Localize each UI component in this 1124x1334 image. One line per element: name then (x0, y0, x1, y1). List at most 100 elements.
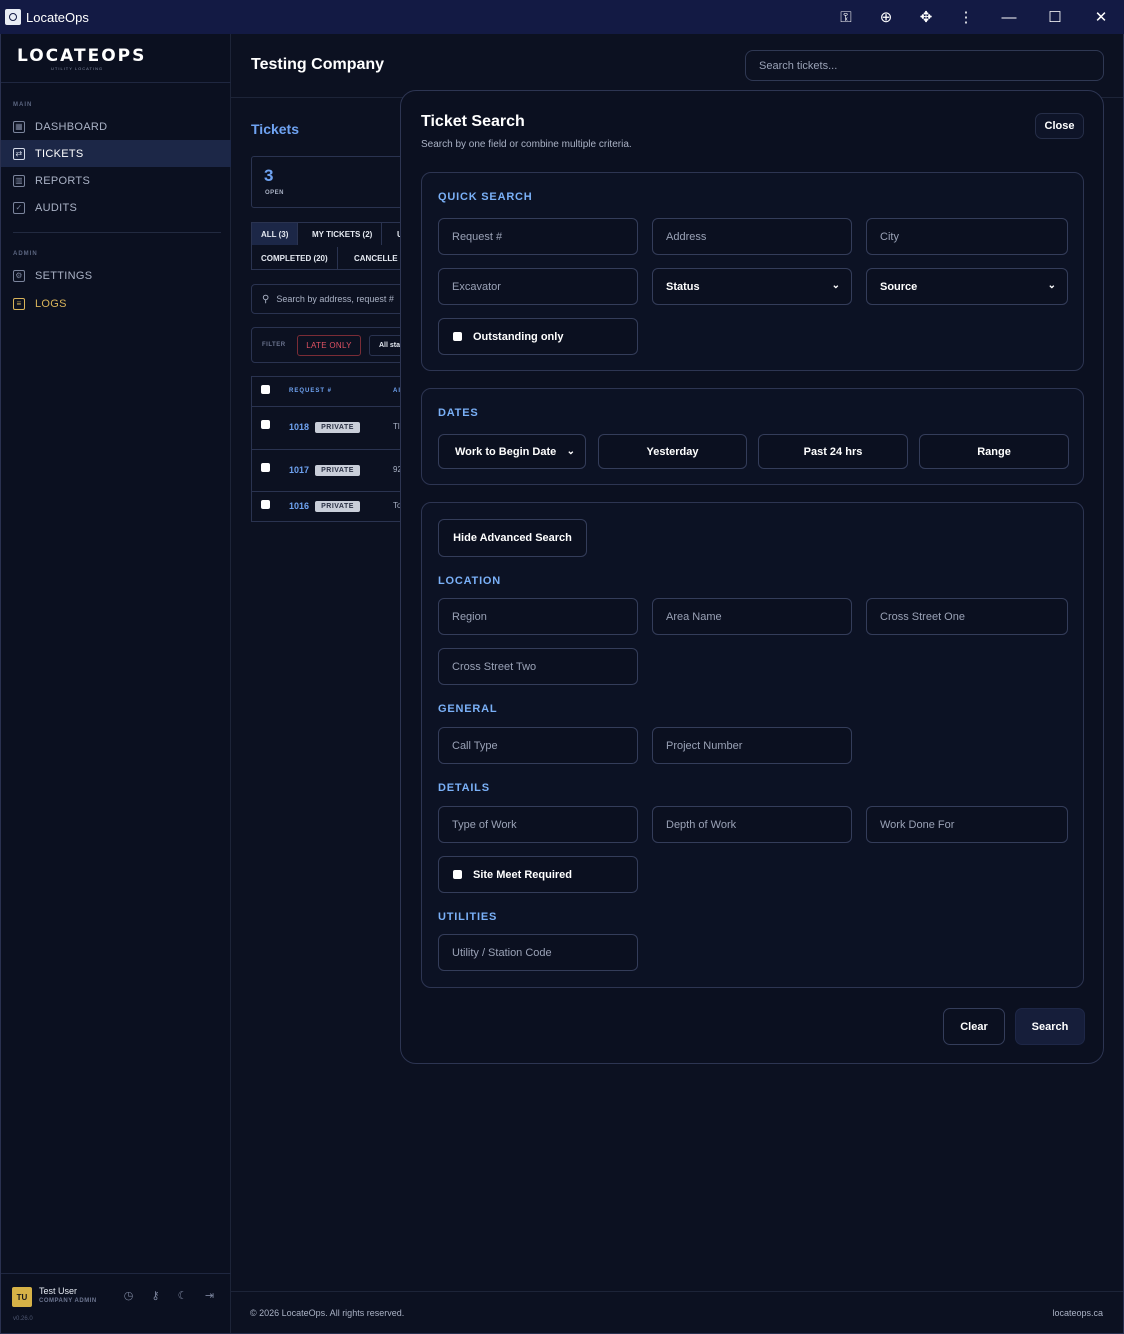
tab-all[interactable]: ALL (3) (252, 223, 299, 245)
search-icon: ⚲ (262, 293, 270, 305)
dashboard-icon: ▦ (13, 120, 25, 133)
cross-street-two-field[interactable] (438, 648, 638, 685)
source-select-value: Source (880, 280, 918, 293)
area-name-field[interactable] (652, 598, 852, 635)
hide-advanced-search-button[interactable]: Hide Advanced Search (438, 519, 587, 557)
cross-street-one-field[interactable] (866, 598, 1068, 635)
reports-icon: ▥ (13, 174, 25, 187)
row-address: Tl (393, 422, 400, 431)
status-select[interactable]: Status ⌄ (652, 268, 852, 305)
request-number[interactable]: 1016 (289, 501, 309, 511)
zoom-icon[interactable]: ⊕ (866, 0, 906, 34)
close-button[interactable]: Close (1035, 113, 1084, 139)
yesterday-button[interactable]: Yesterday (598, 434, 747, 469)
history-icon[interactable]: ◷ (121, 1288, 136, 1303)
table-row[interactable]: 1017 PRIVATE 92 (252, 450, 410, 492)
sidebar-section-divider (13, 232, 221, 233)
private-badge: PRIVATE (315, 501, 360, 512)
site-link[interactable]: locateops.ca (1052, 1308, 1103, 1318)
section-label-main: MAIN (13, 102, 33, 108)
quick-search-panel: QUICK SEARCH Status ⌄ Source ⌄ Outstandi… (421, 172, 1084, 371)
table-row[interactable]: 1016 PRIVATE To (252, 492, 410, 521)
table-row[interactable]: 1018 PRIVATE Tl (252, 407, 410, 450)
sidebar-item-label: DASHBOARD (35, 120, 108, 133)
outstanding-label: Outstanding only (473, 330, 564, 343)
excavator-field[interactable] (438, 268, 638, 305)
ticket-search-modal: Ticket Search Search by one field or com… (400, 90, 1104, 1064)
extensions-icon[interactable]: ✥ (906, 0, 946, 34)
sidebar-item-label: REPORTS (35, 174, 91, 187)
sidebar-item-settings[interactable]: ⚙ SETTINGS (1, 262, 231, 289)
logo-subtitle: UTILITY LOCATING (51, 66, 104, 71)
region-field[interactable] (438, 598, 638, 635)
select-all-checkbox[interactable] (261, 385, 270, 394)
date-type-select[interactable]: Work to Begin Date ⌄ (438, 434, 586, 469)
sidebar-item-label: LOGS (35, 297, 67, 310)
past-24-hrs-button[interactable]: Past 24 hrs (758, 434, 908, 469)
ticket-list-search-placeholder: Search by address, request # (276, 294, 394, 304)
address-field[interactable] (652, 218, 852, 255)
ticket-list-search[interactable]: ⚲ Search by address, request # (251, 284, 411, 314)
section-title-details: DETAILS (438, 782, 490, 794)
app-icon (5, 9, 21, 25)
depth-of-work-field[interactable] (652, 806, 852, 843)
project-number-field[interactable] (652, 727, 852, 764)
theme-toggle-icon[interactable]: ☾ (175, 1288, 190, 1303)
gear-icon: ⚙ (13, 269, 25, 282)
clear-button[interactable]: Clear (943, 1008, 1005, 1045)
logout-icon[interactable]: ⇥ (202, 1288, 217, 1303)
sidebar-item-dashboard[interactable]: ▦ DASHBOARD (1, 113, 231, 140)
chevron-down-icon: ⌄ (831, 280, 840, 291)
minimize-button[interactable]: — (986, 0, 1032, 34)
filter-label: FILTER (262, 342, 286, 348)
search-input[interactable] (745, 50, 1104, 81)
sidebar: LOCATEOPS UTILITY LOCATING MAIN ▦ DASHBO… (1, 34, 231, 1333)
search-button[interactable]: Search (1015, 1008, 1085, 1045)
type-of-work-field[interactable] (438, 806, 638, 843)
avatar[interactable]: TU (12, 1287, 32, 1307)
date-type-value: Work to Begin Date (455, 445, 557, 458)
user-actions: ◷ ⚷ ☾ ⇥ (121, 1288, 217, 1303)
sidebar-item-reports[interactable]: ▥ REPORTS (1, 167, 231, 194)
row-checkbox[interactable] (261, 420, 270, 429)
site-meet-required-toggle[interactable]: Site Meet Required (438, 856, 638, 893)
stat-label: OPEN (265, 190, 285, 196)
request-number-field[interactable] (438, 218, 638, 255)
sidebar-item-audits[interactable]: ✓ AUDITS (1, 194, 231, 221)
late-only-filter[interactable]: LATE ONLY (297, 335, 361, 356)
menu-icon[interactable]: ⋮ (946, 0, 986, 34)
sidebar-item-tickets[interactable]: ⇄ TICKETS (1, 140, 231, 167)
work-done-for-field[interactable] (866, 806, 1068, 843)
call-type-field[interactable] (438, 727, 638, 764)
sidebar-item-logs[interactable]: ≡ LOGS (1, 290, 231, 317)
tab-my-tickets[interactable]: MY TICKETS (2) (303, 223, 383, 245)
tab-cancelled[interactable]: CANCELLE (345, 247, 408, 269)
key-icon[interactable]: ⚿ (826, 0, 866, 34)
sidebar-divider (1, 82, 231, 83)
request-number[interactable]: 1018 (289, 422, 309, 432)
maximize-button[interactable]: ☐ (1032, 0, 1078, 34)
outstanding-only-toggle[interactable]: Outstanding only (438, 318, 638, 355)
site-meet-checkbox[interactable] (453, 870, 462, 879)
request-number[interactable]: 1017 (289, 465, 309, 475)
row-checkbox[interactable] (261, 500, 270, 509)
footer: © 2026 LocateOps. All rights reserved. l… (231, 1291, 1123, 1333)
source-select[interactable]: Source ⌄ (866, 268, 1068, 305)
key-icon[interactable]: ⚷ (148, 1288, 163, 1303)
stat-card-open[interactable]: 3 OPEN (251, 156, 411, 208)
company-name: Testing Company (251, 56, 385, 73)
outstanding-checkbox[interactable] (453, 332, 462, 341)
utility-station-code-field[interactable] (438, 934, 638, 971)
column-request[interactable]: REQUEST # (289, 388, 332, 394)
window-titlebar: LocateOps ⚿ ⊕ ✥ ⋮ — ☐ ✕ (0, 0, 1124, 34)
row-checkbox[interactable] (261, 463, 270, 472)
page-title: Tickets (251, 121, 299, 137)
table-header: REQUEST # AI (252, 377, 410, 407)
range-button[interactable]: Range (919, 434, 1069, 469)
close-window-button[interactable]: ✕ (1078, 0, 1124, 34)
city-field[interactable] (866, 218, 1068, 255)
section-title-general: GENERAL (438, 703, 498, 715)
logo[interactable]: LOCATEOPS (17, 46, 146, 66)
tab-completed[interactable]: COMPLETED (20) (252, 247, 338, 269)
modal-subtitle: Search by one field or combine multiple … (421, 139, 632, 150)
